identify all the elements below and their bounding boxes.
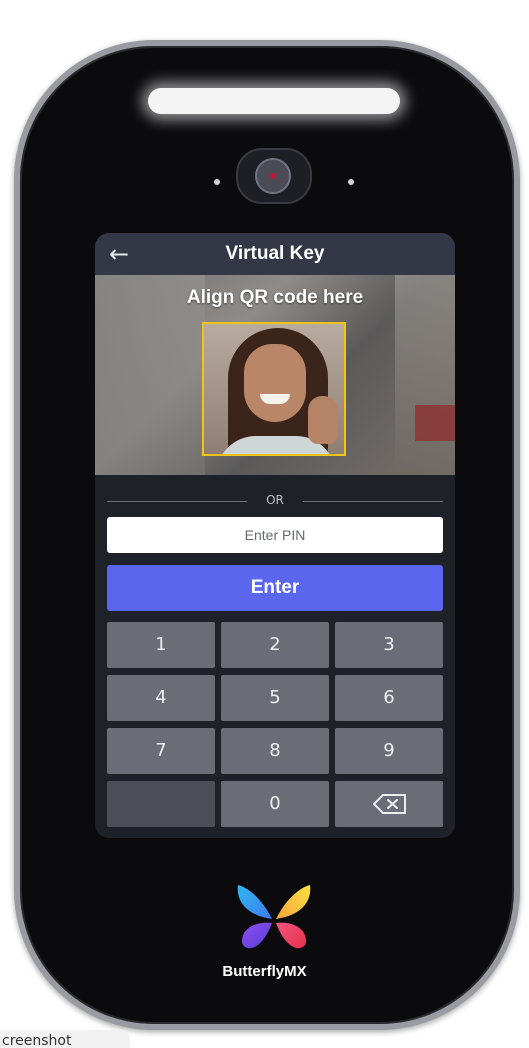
- sensor-right: [348, 179, 354, 185]
- key-9[interactable]: 9: [335, 728, 443, 774]
- key-3[interactable]: 3: [335, 622, 443, 668]
- camera-module: [236, 148, 312, 204]
- screenshot-tab: creenshot: [0, 1030, 130, 1048]
- key-7[interactable]: 7: [107, 728, 215, 774]
- or-label: OR: [266, 493, 284, 507]
- camera-lens-icon: [255, 158, 291, 194]
- backspace-key[interactable]: [335, 781, 443, 827]
- key-2[interactable]: 2: [221, 622, 329, 668]
- key-8[interactable]: 8: [221, 728, 329, 774]
- camera-preview: Align QR code here: [95, 275, 455, 475]
- backspace-icon: [373, 794, 406, 814]
- key-6[interactable]: 6: [335, 675, 443, 721]
- butterfly-logo-icon: [237, 885, 311, 949]
- key-1[interactable]: 1: [107, 622, 215, 668]
- background-sign: [415, 405, 455, 441]
- page-title: Virtual Key: [225, 243, 325, 264]
- divider-line-right: [303, 501, 443, 502]
- top-bar: ← Virtual Key: [95, 233, 455, 275]
- enter-button[interactable]: Enter: [107, 565, 443, 611]
- or-divider: OR: [107, 493, 443, 507]
- key-4[interactable]: 4: [107, 675, 215, 721]
- light-bar: [148, 88, 400, 114]
- key-blank: [107, 781, 215, 827]
- qr-scan-frame: [202, 322, 346, 456]
- waving-hand: [308, 396, 338, 444]
- touch-screen: ← Virtual Key Align QR code here OR Ente…: [95, 233, 455, 838]
- brand-name: ButterflyMX: [222, 963, 307, 980]
- qr-instruction: Align QR code here: [186, 287, 364, 308]
- key-5[interactable]: 5: [221, 675, 329, 721]
- sensor-left: [214, 179, 220, 185]
- person-face: [244, 344, 306, 422]
- camera-indicator: [270, 173, 276, 179]
- pin-input[interactable]: [107, 517, 443, 553]
- key-0[interactable]: 0: [221, 781, 329, 827]
